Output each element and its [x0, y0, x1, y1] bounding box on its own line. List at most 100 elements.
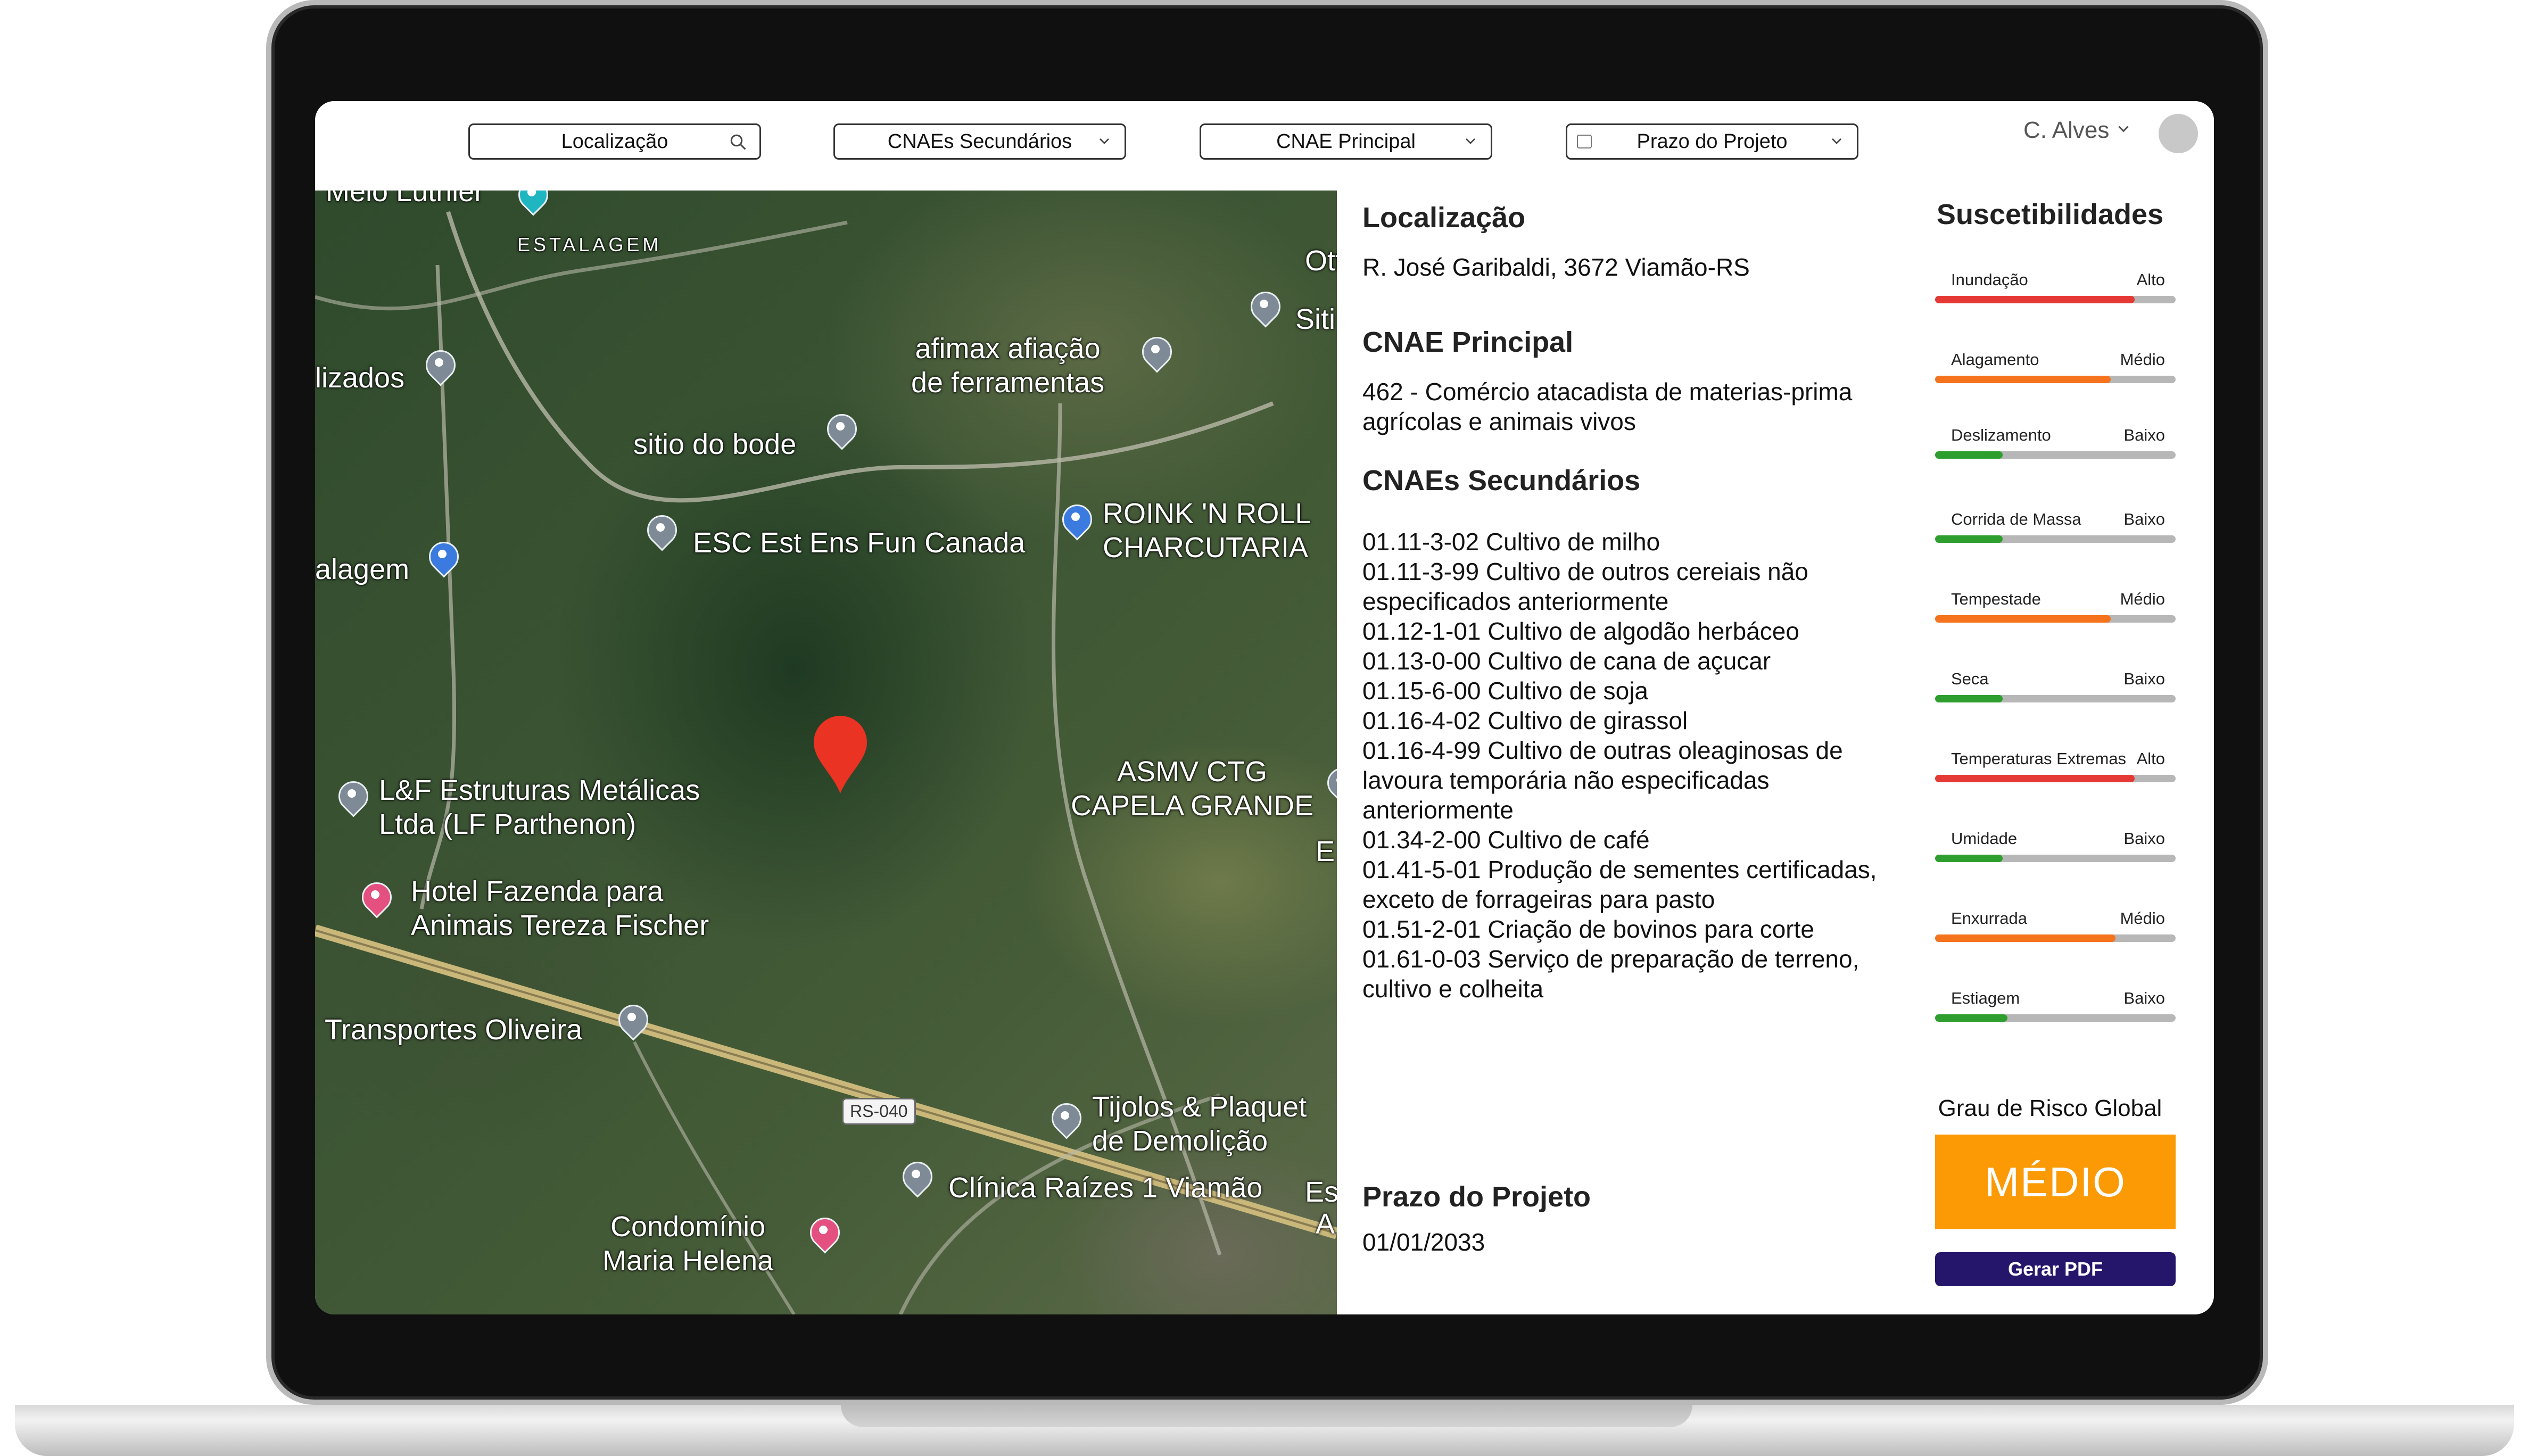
susceptibility-row: Deslizamento Baixo: [1935, 426, 2176, 468]
user-menu[interactable]: C. Alves: [2023, 117, 2133, 144]
shop-pin-icon[interactable]: [1061, 504, 1090, 542]
susceptibility-bar-fill: [1935, 296, 2135, 303]
map-label-e: E: [1316, 835, 1335, 867]
map-label-roink: ROINK 'N ROLL CHARCUTARIA: [1103, 498, 1311, 564]
school-pin-icon[interactable]: [646, 515, 675, 552]
susceptibility-level: Baixo: [2123, 989, 2165, 1007]
susceptibility-name: Deslizamento: [1951, 426, 2051, 444]
susceptibility-level: Médio: [2120, 350, 2165, 369]
susceptibility-name: Enxurrada: [1951, 909, 2028, 928]
susceptibility-bar-fill: [1935, 451, 2003, 459]
map-label-condominio: Condomínio Maria Helena: [602, 1211, 774, 1277]
primary-cnae-filter[interactable]: CNAE Principal: [1200, 123, 1492, 160]
susceptibility-row: Seca Baixo: [1935, 669, 2176, 712]
list-item: 01.13-0-00 Cultivo de cana de açucar: [1362, 647, 1771, 675]
calendar-icon: [1577, 135, 1592, 148]
map-pin-icon[interactable]: [617, 1005, 646, 1042]
susceptibility-bar-fill: [1935, 934, 2115, 942]
map-label-estalagem: ESTALAGEM: [517, 234, 662, 255]
susceptibility-bar-fill: [1935, 376, 2111, 383]
primary-cnae-section: CNAE Principal 462 - Comércio atacadista…: [1362, 326, 1884, 436]
satellite-map[interactable]: Melo Luthier ESTALAGEM lizados alagem Ot…: [315, 191, 1337, 1314]
deadline-filter-label: Prazo do Projeto: [1637, 130, 1788, 153]
location-filter[interactable]: Localização: [468, 123, 761, 160]
location-value: R. José Garibaldi, 3672 Viamão-RS: [1362, 253, 1750, 281]
chevron-down-icon: [1462, 133, 1479, 154]
location-section: Localização R. José Garibaldi, 3672 Viam…: [1362, 201, 1750, 282]
susceptibility-bar: [1935, 535, 2176, 543]
susceptibilities-panel: Suscetibilidades Inundação Alto Alagamento…: [1924, 191, 2214, 1314]
susceptibility-bar-fill: [1935, 775, 2135, 782]
chevron-down-icon: [1096, 133, 1113, 154]
susceptibility-level: Baixo: [2123, 510, 2165, 528]
susceptibility-bar-fill: [1935, 695, 2003, 702]
map-pin-icon[interactable]: [1051, 1103, 1079, 1140]
susceptibility-bar: [1935, 296, 2176, 303]
map-pin-icon[interactable]: [826, 414, 855, 451]
susceptibility-level: Baixo: [2123, 426, 2165, 444]
susceptibility-bar-fill: [1935, 1014, 2007, 1022]
global-risk-badge: MÉDIO: [1935, 1135, 2176, 1229]
susceptibility-row: Estiagem Baixo: [1935, 989, 2176, 1031]
map-pin-icon[interactable]: [1326, 768, 1337, 805]
map-label-melo-luthier: Melo Luthier: [326, 191, 484, 208]
hotel-pin-icon[interactable]: [809, 1218, 838, 1255]
deadline-title: Prazo do Projeto: [1362, 1181, 1591, 1213]
susceptibility-name: Alagamento: [1951, 350, 2039, 369]
generate-pdf-button[interactable]: Gerar PDF: [1935, 1252, 2176, 1286]
susceptibility-row: Temperaturas Extremas Alto: [1935, 749, 2176, 792]
secondary-cnaes-title: CNAEs Secundários: [1362, 465, 1641, 497]
list-item: 01.51-2-01 Criação de bovinos para corte: [1362, 915, 1814, 943]
location-title: Localização: [1362, 202, 1526, 234]
susceptibility-bar: [1935, 376, 2176, 383]
map-pin-icon[interactable]: [517, 191, 546, 217]
susceptibilities-title: Suscetibilidades: [1936, 198, 2164, 230]
susceptibility-bar-fill: [1935, 615, 2111, 623]
map-pin-icon[interactable]: [337, 781, 366, 818]
list-item: 01.16-4-02 Cultivo de girassol: [1362, 707, 1688, 734]
susceptibility-level: Médio: [2120, 590, 2165, 608]
list-item: 01.11-3-02 Cultivo de milho: [1362, 528, 1660, 556]
deadline-section: Prazo do Projeto 01/01/2033: [1362, 1180, 1591, 1257]
map-pin-icon[interactable]: [902, 1162, 930, 1199]
detail-panel: Localização R. José Garibaldi, 3672 Viam…: [1337, 191, 1903, 1314]
map-label-ott: Ott: [1305, 245, 1337, 277]
susceptibility-level: Baixo: [2123, 669, 2165, 688]
app-screen: Localização CNAEs Secundários CNAE Princ…: [315, 101, 2214, 1314]
susceptibility-name: Estiagem: [1951, 989, 2020, 1007]
map-label-clinica: Clínica Raízes 1 Viamão: [948, 1172, 1263, 1204]
list-item: 01.11-3-99 Cultivo de outros cereiais nã…: [1362, 558, 1808, 615]
map-label-tijolos: Tijolos & Plaquet de Demolição: [1092, 1091, 1307, 1157]
secondary-cnaes-filter[interactable]: CNAEs Secundários: [833, 123, 1126, 160]
susceptibility-bar: [1935, 855, 2176, 862]
map-pin-icon[interactable]: [1250, 292, 1278, 329]
hotel-pin-icon[interactable]: [361, 882, 390, 920]
selected-location-pin-icon[interactable]: [811, 715, 870, 795]
list-item: 01.61-0-03 Serviço de preparação de terr…: [1362, 945, 1859, 1003]
avatar[interactable]: [2159, 114, 2198, 153]
shop-pin-icon[interactable]: [428, 542, 457, 579]
susceptibility-level: Alto: [2136, 749, 2165, 768]
user-name: C. Alves: [2023, 117, 2110, 143]
susceptibility-bar: [1935, 775, 2176, 782]
chevron-down-icon: [2114, 117, 2133, 144]
map-label-hotel: Hotel Fazenda para Animais Tereza Fische…: [411, 875, 709, 941]
deadline-filter[interactable]: Prazo do Projeto: [1566, 123, 1858, 160]
list-item: 01.16-4-99 Cultivo de outras oleaginosas…: [1362, 737, 1843, 824]
location-filter-label: Localização: [561, 130, 668, 153]
susceptibility-name: Tempestade: [1951, 590, 2041, 608]
susceptibility-level: Alto: [2136, 270, 2165, 289]
map-label-lizados: lizados: [315, 362, 405, 394]
susceptibility-name: Inundação: [1951, 270, 2028, 289]
map-pin-icon[interactable]: [1141, 337, 1170, 374]
map-label-afimax: afimax afiação de ferramentas: [911, 333, 1105, 399]
map-label-lf-estruturas: L&F Estruturas Metálicas Ltda (LF Parthe…: [379, 774, 700, 840]
susceptibility-bar: [1935, 695, 2176, 702]
susceptibility-bar: [1935, 451, 2176, 459]
map-pin-icon[interactable]: [425, 350, 453, 387]
list-item: 01.41-5-01 Produção de sementes certific…: [1362, 856, 1877, 913]
deadline-value: 01/01/2033: [1362, 1228, 1485, 1256]
susceptibility-bar: [1935, 615, 2176, 623]
map-label-asmv: ASMV CTG CAPELA GRANDE: [1071, 756, 1314, 822]
susceptibility-bar-fill: [1935, 535, 2003, 543]
